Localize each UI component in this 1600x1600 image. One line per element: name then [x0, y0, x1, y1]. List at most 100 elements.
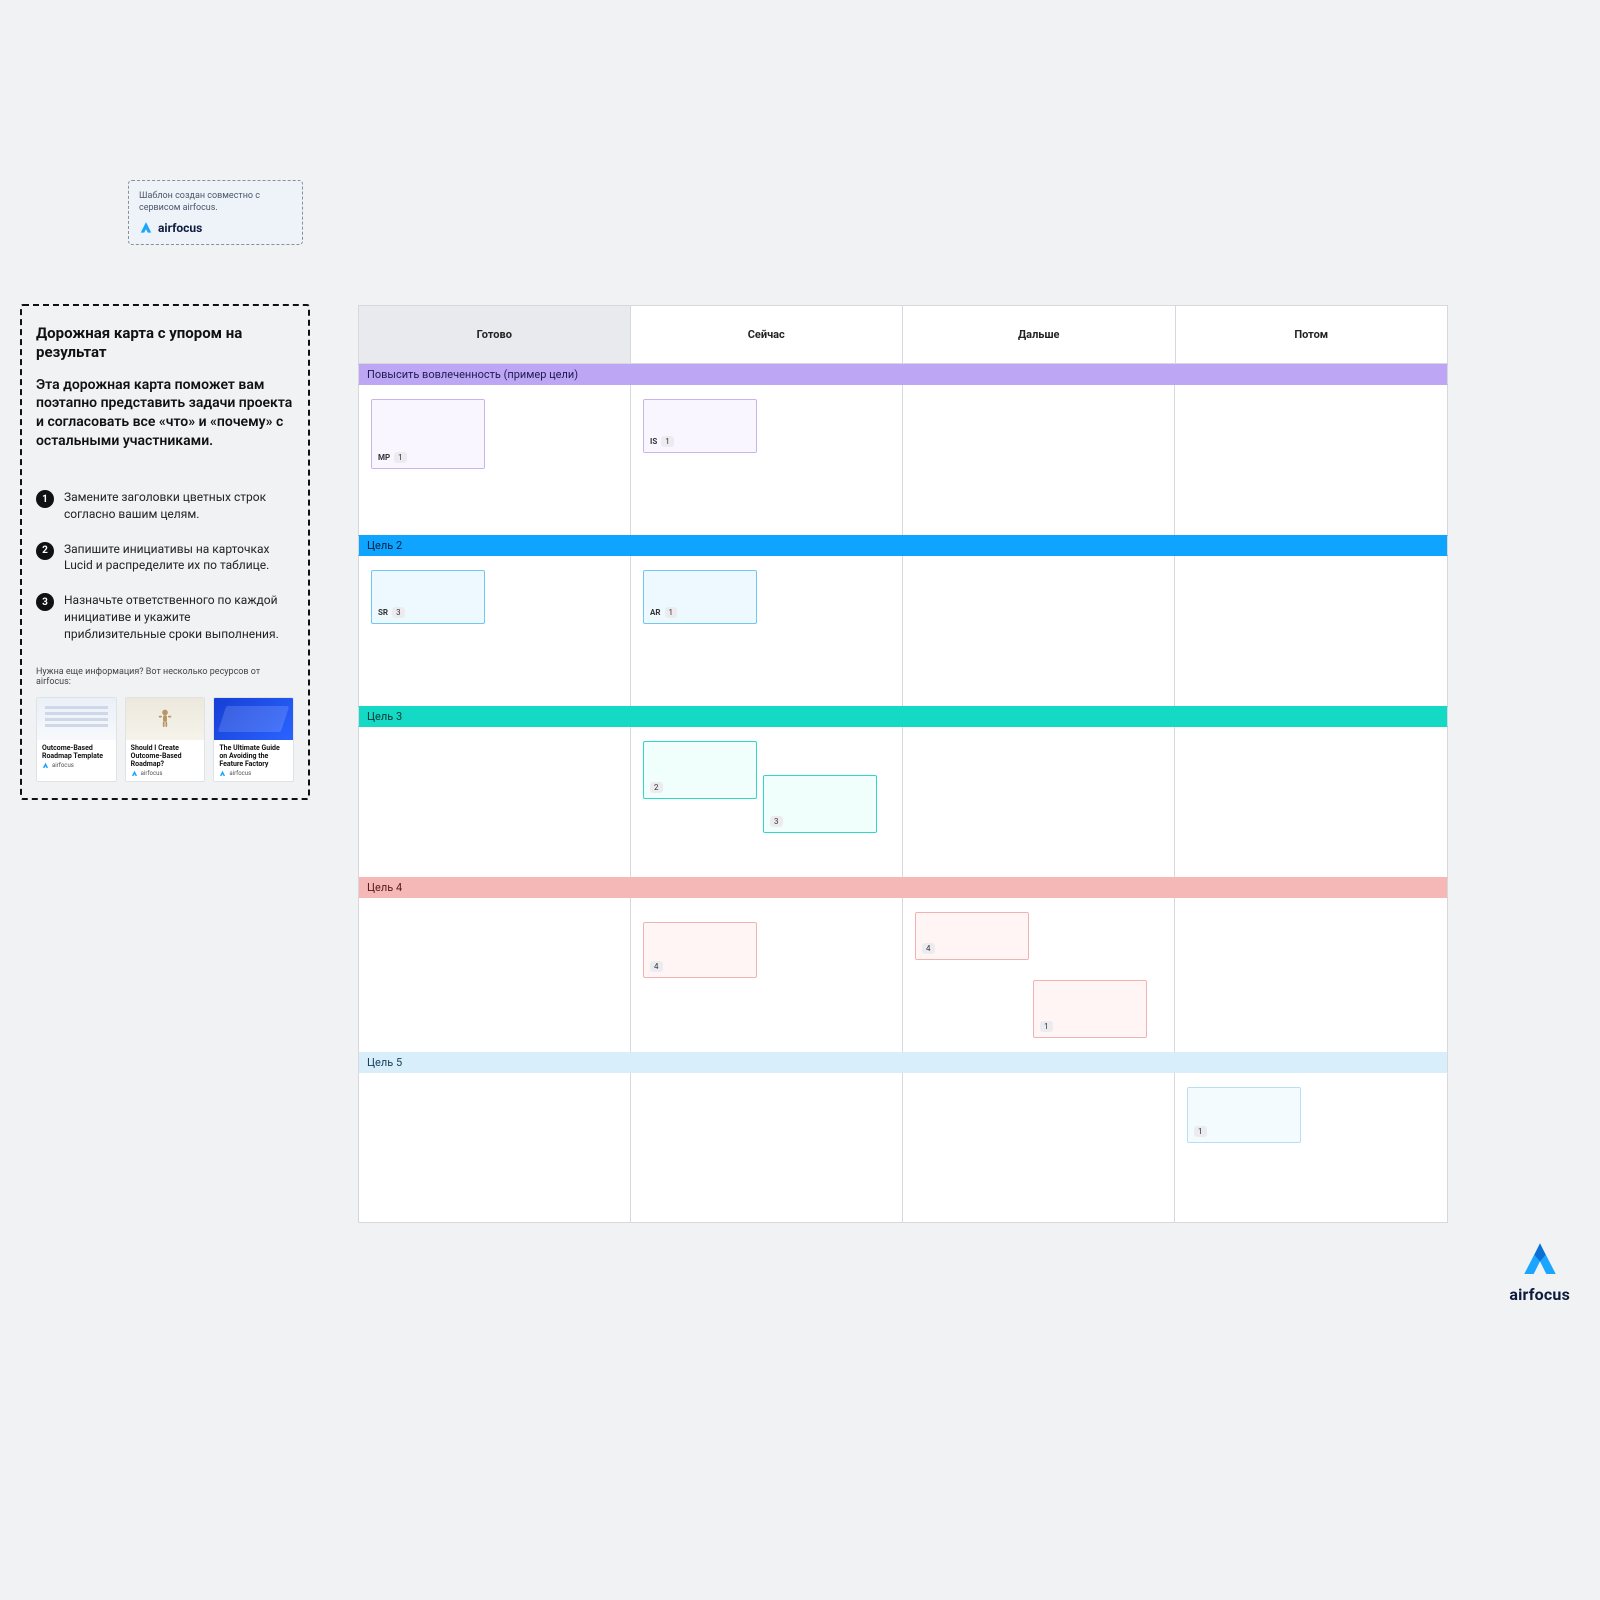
goal-bar[interactable]: Цель 3 [358, 706, 1448, 727]
resource-title: Outcome-Based Roadmap Template [37, 740, 116, 762]
card-badge: 4 [922, 943, 935, 954]
card-initials: MP [378, 453, 390, 462]
initiative-card[interactable]: SR 3 [371, 570, 485, 624]
panel-resources: Outcome-Based Roadmap Template airfocus … [36, 697, 294, 782]
initiative-card[interactable]: AR 1 [643, 570, 757, 624]
airfocus-icon [42, 762, 49, 769]
info-panel: Дорожная карта с упором на результат Эта… [20, 304, 310, 800]
airfocus-wordmark: airfocus [1509, 1285, 1570, 1304]
card-initials: IS [650, 437, 657, 446]
board-header: Готово Сейчас Дальше Потом [358, 305, 1448, 364]
column-header-later: Потом [1176, 305, 1449, 364]
airfocus-icon [131, 770, 138, 777]
card-stack: 4 1 [915, 912, 1162, 1038]
airfocus-wordmark: airfocus [158, 220, 202, 236]
airfocus-logo-small: airfocus [139, 220, 292, 236]
board-cell[interactable]: AR 1 [631, 556, 903, 706]
resource-title: The Ultimate Guide on Avoiding the Featu… [214, 740, 293, 770]
step-number: 1 [36, 490, 54, 508]
board-cell[interactable]: MP 1 [359, 385, 631, 535]
resource-brand: airfocus [214, 770, 293, 781]
card-badge: 1 [665, 607, 678, 618]
resource-brand-text: airfocus [229, 770, 251, 777]
card-initials: AR [650, 608, 661, 617]
board-cell[interactable]: 4 [631, 898, 903, 1052]
initiative-card[interactable]: 4 [643, 922, 757, 978]
goal-bar[interactable]: Повысить вовлеченность (пример цели) [358, 364, 1448, 385]
board-cell[interactable] [903, 385, 1175, 535]
attribution-note: Шаблон создан совместно с сервисом airfo… [128, 180, 303, 245]
resource-card[interactable]: The Ultimate Guide on Avoiding the Featu… [213, 697, 294, 782]
step-text: Замените заголовки цветных строк согласн… [64, 489, 294, 523]
panel-description: Эта дорожная карта поможет вам поэтапно … [36, 376, 294, 452]
column-header-next: Дальше [903, 305, 1176, 364]
column-header-done: Готово [358, 305, 631, 364]
card-badge: 3 [770, 816, 783, 827]
goal-bar[interactable]: Цель 2 [358, 535, 1448, 556]
panel-step: 1 Замените заголовки цветных строк согла… [36, 489, 294, 523]
resource-card[interactable]: Should I Create Outcome-Based Roadmap? a… [125, 697, 206, 782]
goal-row: 4 4 1 [358, 898, 1448, 1052]
goal-bar[interactable]: Цель 4 [358, 877, 1448, 898]
card-badge: 2 [650, 782, 663, 793]
airfocus-icon [1519, 1239, 1561, 1281]
resource-thumb [214, 698, 293, 740]
initiative-card[interactable]: 1 [1033, 980, 1147, 1038]
step-text: Запишите инициативы на карточках Lucid и… [64, 541, 294, 575]
airfocus-icon [139, 221, 153, 235]
card-initials: SR [378, 608, 388, 617]
roadmap-board: Готово Сейчас Дальше Потом Повысить вовл… [358, 305, 1448, 1223]
initiative-card[interactable]: 1 [1187, 1087, 1301, 1143]
goal-row: 2 3 [358, 727, 1448, 877]
board-cell[interactable]: IS 1 [631, 385, 903, 535]
initiative-card[interactable]: 2 [643, 741, 757, 799]
goal-row: SR 3 AR 1 [358, 556, 1448, 706]
initiative-card[interactable]: 3 [763, 775, 877, 833]
resource-thumb [37, 698, 116, 740]
board-cell[interactable] [1175, 727, 1447, 877]
airfocus-logo: airfocus [1509, 1239, 1570, 1304]
resource-brand: airfocus [37, 762, 116, 773]
card-badge: 1 [661, 436, 674, 447]
board-cell[interactable]: 1 [1175, 1073, 1447, 1223]
initiative-card[interactable]: 4 [915, 912, 1029, 960]
card-badge: 1 [394, 452, 407, 463]
panel-step: 2 Запишите инициативы на карточках Lucid… [36, 541, 294, 575]
column-header-now: Сейчас [631, 305, 904, 364]
step-text: Назначьте ответственного по каждой иници… [64, 592, 294, 642]
step-number: 3 [36, 593, 54, 611]
board-cell[interactable] [903, 1073, 1175, 1223]
panel-title: Дорожная карта с упором на результат [36, 324, 294, 362]
card-badge: 1 [1040, 1021, 1053, 1032]
board-cell[interactable]: 2 3 [631, 727, 903, 877]
card-badge: 1 [1194, 1126, 1207, 1137]
board-cell[interactable] [359, 898, 631, 1052]
attribution-text: Шаблон создан совместно с сервисом airfo… [139, 190, 292, 214]
board-cell[interactable] [631, 1073, 903, 1223]
board-cell[interactable] [903, 727, 1175, 877]
board-cell[interactable]: 4 1 [903, 898, 1175, 1052]
card-badge: 3 [392, 607, 405, 618]
resource-brand-text: airfocus [141, 770, 163, 777]
resource-brand: airfocus [126, 770, 205, 781]
board-cell[interactable] [359, 727, 631, 877]
panel-step: 3 Назначьте ответственного по каждой ини… [36, 592, 294, 642]
board-cell[interactable] [903, 556, 1175, 706]
resource-card[interactable]: Outcome-Based Roadmap Template airfocus [36, 697, 117, 782]
board-cell[interactable] [1175, 556, 1447, 706]
board-cell[interactable] [1175, 385, 1447, 535]
resource-title: Should I Create Outcome-Based Roadmap? [126, 740, 205, 770]
board-cell[interactable]: SR 3 [359, 556, 631, 706]
board-cell[interactable] [359, 1073, 631, 1223]
mannequin-icon [152, 706, 178, 732]
step-number: 2 [36, 542, 54, 560]
airfocus-icon [219, 770, 226, 777]
resource-thumb [126, 698, 205, 740]
initiative-card[interactable]: IS 1 [643, 399, 757, 453]
panel-steps: 1 Замените заголовки цветных строк согла… [36, 489, 294, 643]
panel-more-info: Нужна еще информация? Вот несколько ресу… [36, 667, 294, 687]
goal-bar[interactable]: Цель 5 [358, 1052, 1448, 1073]
card-stack: 2 3 [643, 741, 890, 833]
initiative-card[interactable]: MP 1 [371, 399, 485, 469]
board-cell[interactable] [1175, 898, 1447, 1052]
